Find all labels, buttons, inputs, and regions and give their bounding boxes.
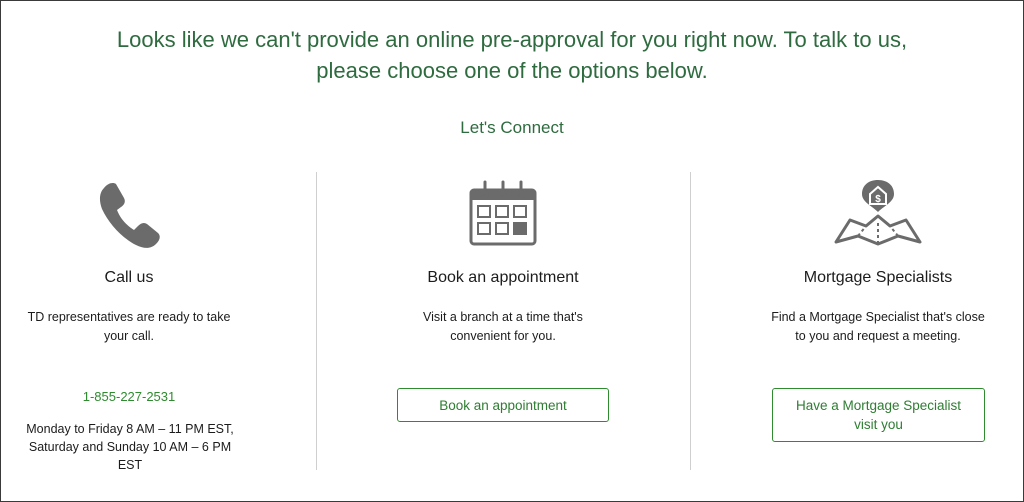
calendar-icon [469,180,537,246]
book-appointment-button[interactable]: Book an appointment [397,388,609,422]
call-hours: Monday to Friday 8 AM – 11 PM EST, Satur… [26,422,234,472]
call-us-description: TD representatives are ready to take you… [27,310,231,343]
option-mortgage-specialists: $ Mortgage Specialists Find a Mortgage S… [748,172,1008,343]
map-pin-house-dollar-icon: $ [834,180,922,246]
book-appointment-description: Visit a branch at a time that's convenie… [423,310,583,343]
page-headline: Looks like we can't provide an online pr… [116,27,908,83]
call-us-title: Call us [104,269,154,286]
mortgage-specialist-visit-button[interactable]: Have a Mortgage Specialist visit you [772,388,985,442]
book-appointment-title: Book an appointment [427,269,579,286]
svg-text:$: $ [875,194,881,205]
phone-icon [99,183,160,248]
column-divider [690,172,691,470]
section-heading: Let's Connect [460,118,564,137]
mortgage-specialists-description: Find a Mortgage Specialist that's close … [771,310,985,343]
phone-number-link[interactable]: 1-855-227-2531 [0,389,258,404]
option-book-appointment: Book an appointment Visit a branch at a … [373,172,633,343]
option-call-us: Call us TD representatives are ready to … [0,172,258,472]
column-divider [316,172,317,470]
mortgage-specialists-title: Mortgage Specialists [803,269,953,286]
